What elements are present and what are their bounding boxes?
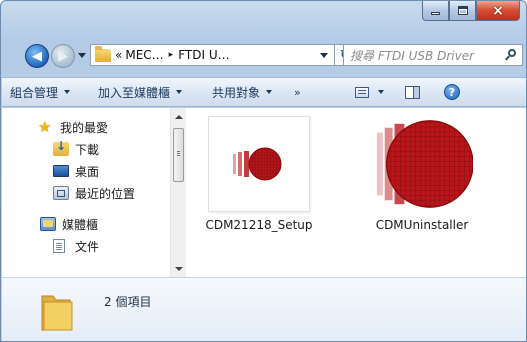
address-dropdown-icon[interactable] [320,52,328,58]
setup-installer-icon [233,147,282,181]
nav-libraries[interactable]: 媒體櫃 [2,213,170,235]
close-button[interactable]: × [476,1,520,21]
breadcrumb-ftdi[interactable]: FTDI U… [178,48,229,62]
uninstaller-icon [376,120,473,208]
star-icon: ★ [38,118,52,136]
change-view-button[interactable] [354,86,384,98]
share-with-menu[interactable]: 共用對象 [212,84,273,101]
help-icon: ? [443,84,460,100]
organize-menu[interactable]: 組合管理 [10,84,71,101]
more-commands-button[interactable]: » [294,86,301,99]
address-row: ◀ ▶ « MEC… ▸ FTDI U… ↻ 搜尋 FTDI USB Drive… [1,41,526,71]
libraries-icon [40,217,56,231]
folder-icon [41,295,73,331]
explorer-window: × ◀ ▶ « MEC… ▸ FTDI U… ↻ 搜尋 FTDI USB Dri… [0,0,527,342]
main-area: ★ 我的最愛 下載 桌面 最近的位置 媒體櫃 [2,108,526,277]
nav-favorites-label: 我的最愛 [60,120,109,135]
chevron-down-icon [176,90,183,94]
maximize-icon [457,6,468,15]
more-chevron-icon: » [294,85,301,99]
view-icon [354,86,369,98]
nav-item-desktop[interactable]: 桌面 [2,160,170,182]
navigation-list: ★ 我的最愛 下載 桌面 最近的位置 媒體櫃 [2,116,170,257]
file-name: CDMUninstaller [375,218,469,232]
nav-item-downloads[interactable]: 下載 [2,138,170,160]
forward-arrow-icon: ▶ [58,48,68,64]
preview-pane-button[interactable] [404,85,420,99]
nav-favorites[interactable]: ★ 我的最愛 [2,116,170,138]
document-icon [53,239,65,253]
nav-libraries-label: 媒體櫃 [62,217,99,232]
nav-item-label: 下載 [75,142,100,157]
scrollbar-thumb[interactable] [173,128,184,182]
preview-pane-icon [404,85,420,99]
minimize-button[interactable] [422,1,449,21]
downloads-folder-icon [53,139,69,156]
back-button[interactable]: ◀ [25,44,49,68]
command-bar: 組合管理 加入至媒體櫃 共用對象 » ? [2,77,526,107]
scroll-down-arrow-icon[interactable] [175,267,183,271]
recent-pages-dropdown[interactable] [78,53,86,58]
add-to-library-menu[interactable]: 加入至媒體櫃 [98,84,183,101]
thumbnail [208,116,310,212]
search-icon[interactable] [505,49,517,61]
nav-item-label: 文件 [75,239,100,254]
thumbnail [371,116,473,212]
address-bar[interactable]: « MEC… ▸ FTDI U… [90,44,335,66]
back-arrow-icon: ◀ [32,48,42,64]
folder-icon [95,45,111,62]
navigation-scrollbar[interactable] [170,108,186,277]
nav-item-label: 最近的位置 [75,186,136,201]
address-overflow[interactable]: « [115,48,122,62]
file-item-uninstaller[interactable]: CDMUninstaller [362,116,482,233]
chevron-down-icon [64,90,71,94]
file-list: CDM21218_Setup CDMUninstaller [187,108,526,277]
chevron-down-icon [377,90,384,94]
share-with-label: 共用對象 [212,85,261,100]
nav-item-label: 桌面 [75,164,100,179]
search-placeholder: 搜尋 FTDI USB Driver [350,48,475,63]
breadcrumb-mec[interactable]: MEC… [125,48,163,62]
desktop-icon [53,165,69,177]
recent-places-icon [53,186,69,200]
breadcrumb-arrow-icon[interactable]: ▸ [169,50,174,60]
organize-label: 組合管理 [10,85,59,100]
search-box[interactable]: 搜尋 FTDI USB Driver [343,44,523,66]
forward-button[interactable]: ▶ [51,44,75,68]
nav-item-recent-places[interactable]: 最近的位置 [2,182,170,204]
file-name: CDM21218_Setup [205,218,313,232]
help-button[interactable]: ? [443,84,460,100]
nav-item-documents[interactable]: 文件 [2,235,170,257]
maximize-button[interactable] [449,1,476,21]
add-to-library-label: 加入至媒體櫃 [98,85,171,100]
scroll-up-arrow-icon[interactable] [175,115,183,119]
minimize-icon [431,12,440,15]
details-pane: 2 個項目 [2,277,526,341]
close-icon: × [492,2,504,19]
item-count: 2 個項目 [104,295,152,309]
file-item-setup[interactable]: CDM21218_Setup [199,116,319,233]
navigation-pane: ★ 我的最愛 下載 桌面 最近的位置 媒體櫃 [2,108,186,277]
chevron-down-icon [266,90,273,94]
caption-buttons: × [422,1,520,23]
